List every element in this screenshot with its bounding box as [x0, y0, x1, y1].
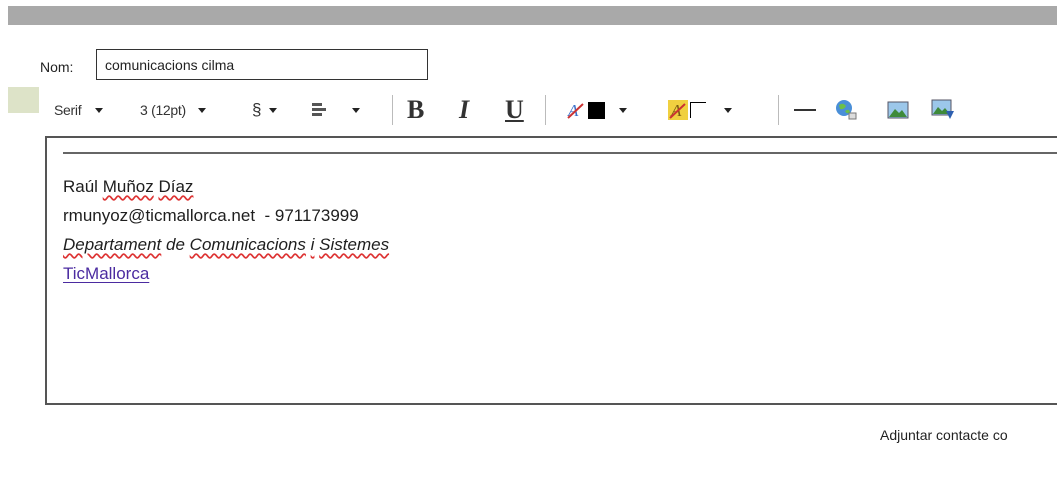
paragraph-select[interactable]: §: [252, 93, 278, 127]
name-surname1: Muñoz: [102, 177, 154, 196]
dept-word: Comunicacions: [189, 235, 306, 254]
italic-icon: I: [459, 95, 470, 124]
chevron-down-icon: [197, 107, 206, 113]
horizontal-rule-icon: [794, 109, 816, 111]
chevron-down-icon: [619, 107, 627, 113]
underline-icon: U: [505, 95, 524, 124]
color-swatch: [8, 87, 39, 113]
paragraph-icon: §: [252, 100, 262, 119]
text-color-button[interactable]: A: [566, 93, 627, 127]
insert-link-button[interactable]: [835, 93, 857, 127]
dept-word: de: [166, 235, 185, 254]
font-family-select[interactable]: Serif: [54, 93, 104, 127]
signature-department: Departament de Comunicacions i Sistemes: [63, 230, 389, 259]
chevron-down-icon: [95, 107, 104, 113]
dept-word: Departament: [63, 235, 162, 254]
dept-word: i: [310, 235, 315, 254]
bold-button[interactable]: B: [407, 93, 424, 127]
text-color-swatch: [588, 101, 605, 119]
name-label: Nom:: [40, 59, 74, 75]
align-icon: [312, 103, 326, 116]
horizontal-rule: [63, 152, 1057, 154]
signature-name: Raúl Muñoz Díaz: [63, 172, 389, 201]
signature-link[interactable]: TicMallorca: [63, 264, 149, 283]
toolbar-separator: [392, 95, 393, 125]
insert-image-button[interactable]: [931, 93, 955, 127]
underline-button[interactable]: U: [505, 93, 524, 127]
attach-contact-label[interactable]: Adjuntar contacte co: [880, 427, 1008, 443]
formatting-toolbar: Serif 3 (12pt) § B I U A A: [54, 93, 1057, 127]
chevron-down-icon: [352, 107, 360, 113]
name-first: Raúl: [63, 177, 98, 196]
image-icon: [887, 101, 909, 119]
align-select[interactable]: [312, 93, 360, 127]
top-bar: [8, 6, 1057, 25]
image-button[interactable]: [887, 93, 909, 127]
signature-body: Raúl Muñoz Díaz rmunyoz@ticmallorca.net …: [63, 172, 389, 288]
dept-word: Sistemes: [319, 235, 390, 254]
highlight-icon: A: [668, 100, 688, 120]
name-surname2: Díaz: [158, 177, 194, 196]
text-color-icon: A: [567, 101, 584, 120]
bold-icon: B: [407, 95, 425, 124]
font-family-value: Serif: [54, 102, 82, 118]
chevron-down-icon: [269, 107, 278, 113]
chevron-down-icon: [724, 107, 732, 113]
horizontal-rule-button[interactable]: [794, 93, 816, 127]
toolbar-separator: [545, 95, 546, 125]
name-input[interactable]: [96, 49, 428, 80]
signature-contact: rmunyoz@ticmallorca.net - 971173999: [63, 206, 359, 225]
italic-button[interactable]: I: [459, 93, 469, 127]
highlight-button[interactable]: A: [668, 93, 732, 127]
toolbar-separator: [778, 95, 779, 125]
highlight-swatch: [690, 102, 706, 118]
signature-editor[interactable]: Raúl Muñoz Díaz rmunyoz@ticmallorca.net …: [45, 136, 1057, 405]
link-globe-icon: [836, 100, 857, 120]
font-size-select[interactable]: 3 (12pt): [140, 93, 206, 127]
insert-image-icon: [931, 99, 954, 119]
font-size-value: 3 (12pt): [140, 102, 186, 118]
